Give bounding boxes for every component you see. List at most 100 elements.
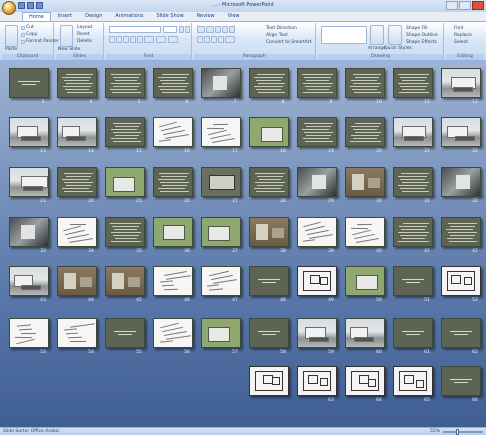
copy-icon[interactable] — [21, 33, 25, 37]
slide-thumbnail[interactable] — [297, 266, 337, 296]
strikethrough-button[interactable] — [130, 36, 136, 43]
grow-font-icon[interactable] — [179, 26, 184, 33]
zoom-level[interactable]: 55% — [430, 429, 440, 434]
slide-thumbnail[interactable] — [9, 117, 49, 147]
slide-thumbnail[interactable] — [297, 217, 337, 247]
tab-view[interactable]: View — [222, 12, 246, 21]
close-button[interactable] — [472, 1, 484, 10]
slide-thumbnail[interactable] — [249, 266, 289, 296]
align-right-button[interactable] — [211, 36, 217, 43]
align-text-button[interactable]: Align Text — [266, 33, 288, 38]
layout-button[interactable]: Layout — [77, 25, 92, 30]
slide-thumbnail[interactable] — [345, 266, 385, 296]
slide-thumbnail[interactable] — [393, 318, 433, 348]
slide-thumbnail[interactable] — [201, 117, 241, 147]
tab-insert[interactable]: Insert — [52, 12, 78, 21]
bold-button[interactable] — [109, 36, 115, 43]
shape-effects-button[interactable]: Shape Effects — [406, 40, 437, 45]
slide-thumbnail[interactable] — [249, 366, 289, 396]
slide-thumbnail[interactable] — [153, 266, 193, 296]
slide-thumbnail[interactable] — [249, 167, 289, 197]
slide-thumbnail[interactable] — [441, 68, 481, 98]
slide-thumbnail[interactable] — [9, 167, 49, 197]
slide-thumbnail[interactable] — [201, 318, 241, 348]
shapes-gallery[interactable] — [321, 26, 367, 44]
text-direction-button[interactable]: Text Direction — [266, 26, 297, 31]
slide-thumbnail[interactable] — [105, 117, 145, 147]
slide-thumbnail[interactable] — [345, 366, 385, 396]
decrease-indent-button[interactable] — [215, 26, 221, 33]
tab-design[interactable]: Design — [79, 12, 108, 21]
slide-thumbnail[interactable] — [105, 68, 145, 98]
italic-button[interactable] — [116, 36, 122, 43]
slide-thumbnail[interactable] — [441, 318, 481, 348]
numbering-button[interactable] — [206, 26, 214, 33]
slide-thumbnail[interactable] — [9, 318, 49, 348]
slide-thumbnail[interactable] — [441, 117, 481, 147]
align-center-button[interactable] — [204, 36, 210, 43]
slide-thumbnail[interactable] — [441, 366, 481, 396]
slide-thumbnail[interactable] — [201, 266, 241, 296]
format-painter-icon[interactable] — [21, 40, 25, 44]
slide-thumbnail[interactable] — [153, 167, 193, 197]
slide-thumbnail[interactable] — [201, 167, 241, 197]
select-button[interactable]: Select — [454, 40, 468, 45]
slide-thumbnail[interactable] — [249, 217, 289, 247]
slide-thumbnail[interactable] — [297, 366, 337, 396]
slide-thumbnail[interactable] — [105, 318, 145, 348]
slide-thumbnail[interactable] — [441, 217, 481, 247]
slide-thumbnail[interactable] — [57, 117, 97, 147]
reset-button[interactable]: Reset — [77, 32, 90, 37]
slide-thumbnail[interactable] — [393, 117, 433, 147]
slide-thumbnail[interactable] — [9, 68, 49, 98]
slide-thumbnail[interactable] — [201, 217, 241, 247]
slide-thumbnail[interactable] — [9, 266, 49, 296]
arrange-button[interactable] — [370, 25, 384, 45]
slide-thumbnail[interactable] — [393, 68, 433, 98]
slide-thumbnail[interactable] — [153, 117, 193, 147]
minimize-button[interactable] — [446, 1, 458, 10]
font-size-select[interactable] — [163, 26, 177, 33]
slide-thumbnail[interactable] — [297, 167, 337, 197]
slide-thumbnail[interactable] — [441, 266, 481, 296]
shape-fill-button[interactable]: Shape Fill — [406, 26, 428, 31]
convert-smartart-button[interactable]: Convert to SmartArt — [266, 40, 311, 45]
slide-thumbnail[interactable] — [345, 117, 385, 147]
quick-styles-button[interactable] — [388, 25, 402, 45]
slide-thumbnail[interactable] — [345, 318, 385, 348]
slide-thumbnail[interactable] — [105, 266, 145, 296]
shadow-button[interactable] — [137, 36, 143, 43]
slide-thumbnail[interactable] — [153, 217, 193, 247]
slide-thumbnail[interactable] — [441, 167, 481, 197]
justify-button[interactable] — [218, 36, 224, 43]
shape-outline-button[interactable]: Shape Outline — [406, 33, 438, 38]
slide-thumbnail[interactable] — [393, 266, 433, 296]
slide-thumbnail[interactable] — [57, 318, 97, 348]
slide-thumbnail[interactable] — [345, 68, 385, 98]
columns-button[interactable] — [225, 36, 235, 43]
slide-thumbnail[interactable] — [393, 366, 433, 396]
change-case-button[interactable] — [156, 36, 166, 43]
underline-button[interactable] — [123, 36, 129, 43]
replace-button[interactable]: Replace — [454, 33, 472, 38]
zoom-slider-thumb[interactable] — [456, 428, 459, 435]
spacing-button[interactable] — [144, 36, 154, 43]
slide-thumbnail[interactable] — [105, 217, 145, 247]
bullets-button[interactable] — [197, 26, 205, 33]
slide-thumbnail[interactable] — [297, 318, 337, 348]
align-left-button[interactable] — [197, 36, 203, 43]
slide-thumbnail[interactable] — [57, 167, 97, 197]
maximize-button[interactable] — [459, 1, 471, 10]
slide-thumbnail[interactable] — [297, 68, 337, 98]
slide-thumbnail[interactable] — [153, 318, 193, 348]
slide-thumbnail[interactable] — [345, 217, 385, 247]
slide-thumbnail[interactable] — [57, 68, 97, 98]
tab-slide-show[interactable]: Slide Show — [150, 12, 189, 21]
tab-review[interactable]: Review — [191, 12, 221, 21]
font-color-button[interactable] — [168, 36, 178, 43]
paste-button[interactable] — [5, 25, 18, 47]
slide-thumbnail[interactable] — [105, 167, 145, 197]
slide-thumbnail[interactable] — [393, 167, 433, 197]
zoom-slider[interactable] — [443, 428, 483, 435]
line-spacing-button[interactable] — [229, 26, 235, 33]
